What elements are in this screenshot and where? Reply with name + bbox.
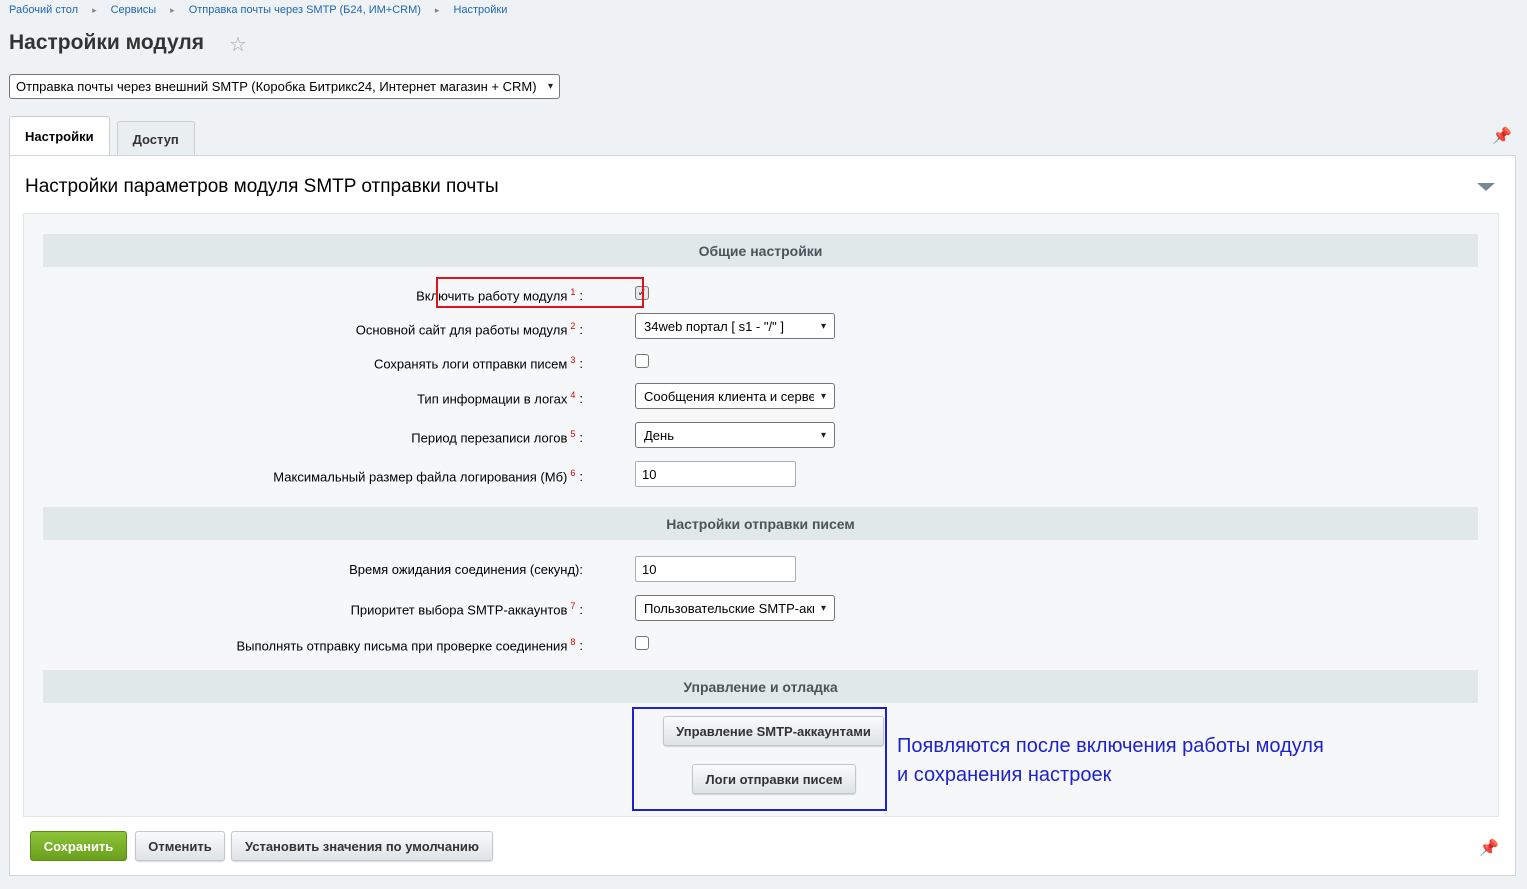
pin-icon[interactable]: 📌 (1492, 126, 1512, 146)
module-select-value: Отправка почты через внешний SMTP (Короб… (16, 79, 537, 94)
star-icon[interactable]: ☆ (229, 35, 247, 55)
log-type-select[interactable]: Сообщения клиента и сервера ▾ (635, 383, 835, 409)
enable-highlight-box (436, 277, 644, 308)
breadcrumb-settings[interactable]: Настройки (453, 4, 507, 16)
save-button[interactable]: Сохранить (30, 831, 127, 861)
breadcrumb-separator-icon: ▸ (92, 4, 97, 15)
smtp-priority-select[interactable]: Пользовательские SMTP-аккаунты▾ (635, 595, 835, 621)
breadcrumb-smtp-module[interactable]: Отправка почты через SMTP (Б24, ИМ+CRM) (189, 4, 421, 16)
collapse-arrow-icon[interactable] (1477, 183, 1495, 191)
breadcrumb-desktop[interactable]: Рабочий стол (9, 4, 78, 16)
log-period-label: Период перезаписи логов 5: (411, 429, 583, 446)
test-send-checkbox[interactable] (635, 636, 649, 650)
annotation-line-1: Появляются после включения работы модуля (897, 735, 1324, 757)
log-period-select[interactable]: День ▾ (635, 422, 835, 448)
main-site-select[interactable]: 34web портал [ s1 - "/" ] ▾ (635, 313, 835, 339)
annotation-line-2: и сохранения настроек (897, 764, 1112, 786)
breadcrumb: Рабочий стол ▸ Сервисы ▸ Отправка почты … (9, 3, 507, 17)
smtp-priority-label: Приоритет выбора SMTP-аккаунтов 7: (350, 601, 583, 618)
save-logs-label: Сохранять логи отправки писем 3: (373, 355, 583, 372)
save-logs-checkbox[interactable] (635, 354, 649, 368)
buttons-highlight-box (632, 707, 887, 811)
module-select[interactable]: Отправка почты через внешний SMTP (Короб… (9, 74, 560, 99)
breadcrumb-separator-icon: ▸ (170, 4, 175, 15)
cancel-button[interactable]: Отменить (135, 831, 225, 861)
section-header-general: Общие настройки (43, 234, 1478, 267)
tab-settings[interactable]: Настройки (9, 116, 110, 156)
chevron-down-icon: ▾ (820, 390, 826, 402)
test-send-label: Выполнять отправку письма при проверке с… (236, 637, 583, 654)
log-type-label: Тип информации в логах 4: (417, 390, 583, 407)
restore-defaults-button[interactable]: Установить значения по умолчанию (231, 831, 493, 861)
log-max-size-input[interactable]: 10 (635, 461, 796, 487)
tab-access[interactable]: Доступ (116, 121, 195, 156)
section-header-management: Управление и отладка (43, 670, 1478, 703)
tab-bar: Настройки Доступ (9, 116, 202, 156)
section-header-sending: Настройки отправки писем (43, 507, 1478, 540)
chevron-down-icon: ▾ (547, 81, 553, 92)
chevron-down-icon: ▾ (820, 429, 826, 441)
chevron-down-icon: ▾ (820, 320, 826, 332)
page-title: Настройки модуля (9, 31, 205, 54)
panel-title: Настройки параметров модуля SMTP отправк… (25, 176, 499, 197)
main-site-label: Основной сайт для работы модуля 2: (355, 321, 583, 338)
timeout-label: Время ожидания соединения (секунд): (349, 562, 583, 577)
chevron-down-icon: ▾ (820, 602, 826, 614)
pin-icon[interactable]: 📌 (1479, 838, 1499, 858)
timeout-input[interactable]: 10 (635, 556, 796, 582)
breadcrumb-services[interactable]: Сервисы (111, 4, 157, 16)
annotation-note: Появляются после включения работы модуля… (897, 732, 1417, 790)
log-max-size-label: Максимальный размер файла логирования (М… (273, 468, 583, 485)
breadcrumb-separator-icon: ▸ (434, 4, 440, 15)
